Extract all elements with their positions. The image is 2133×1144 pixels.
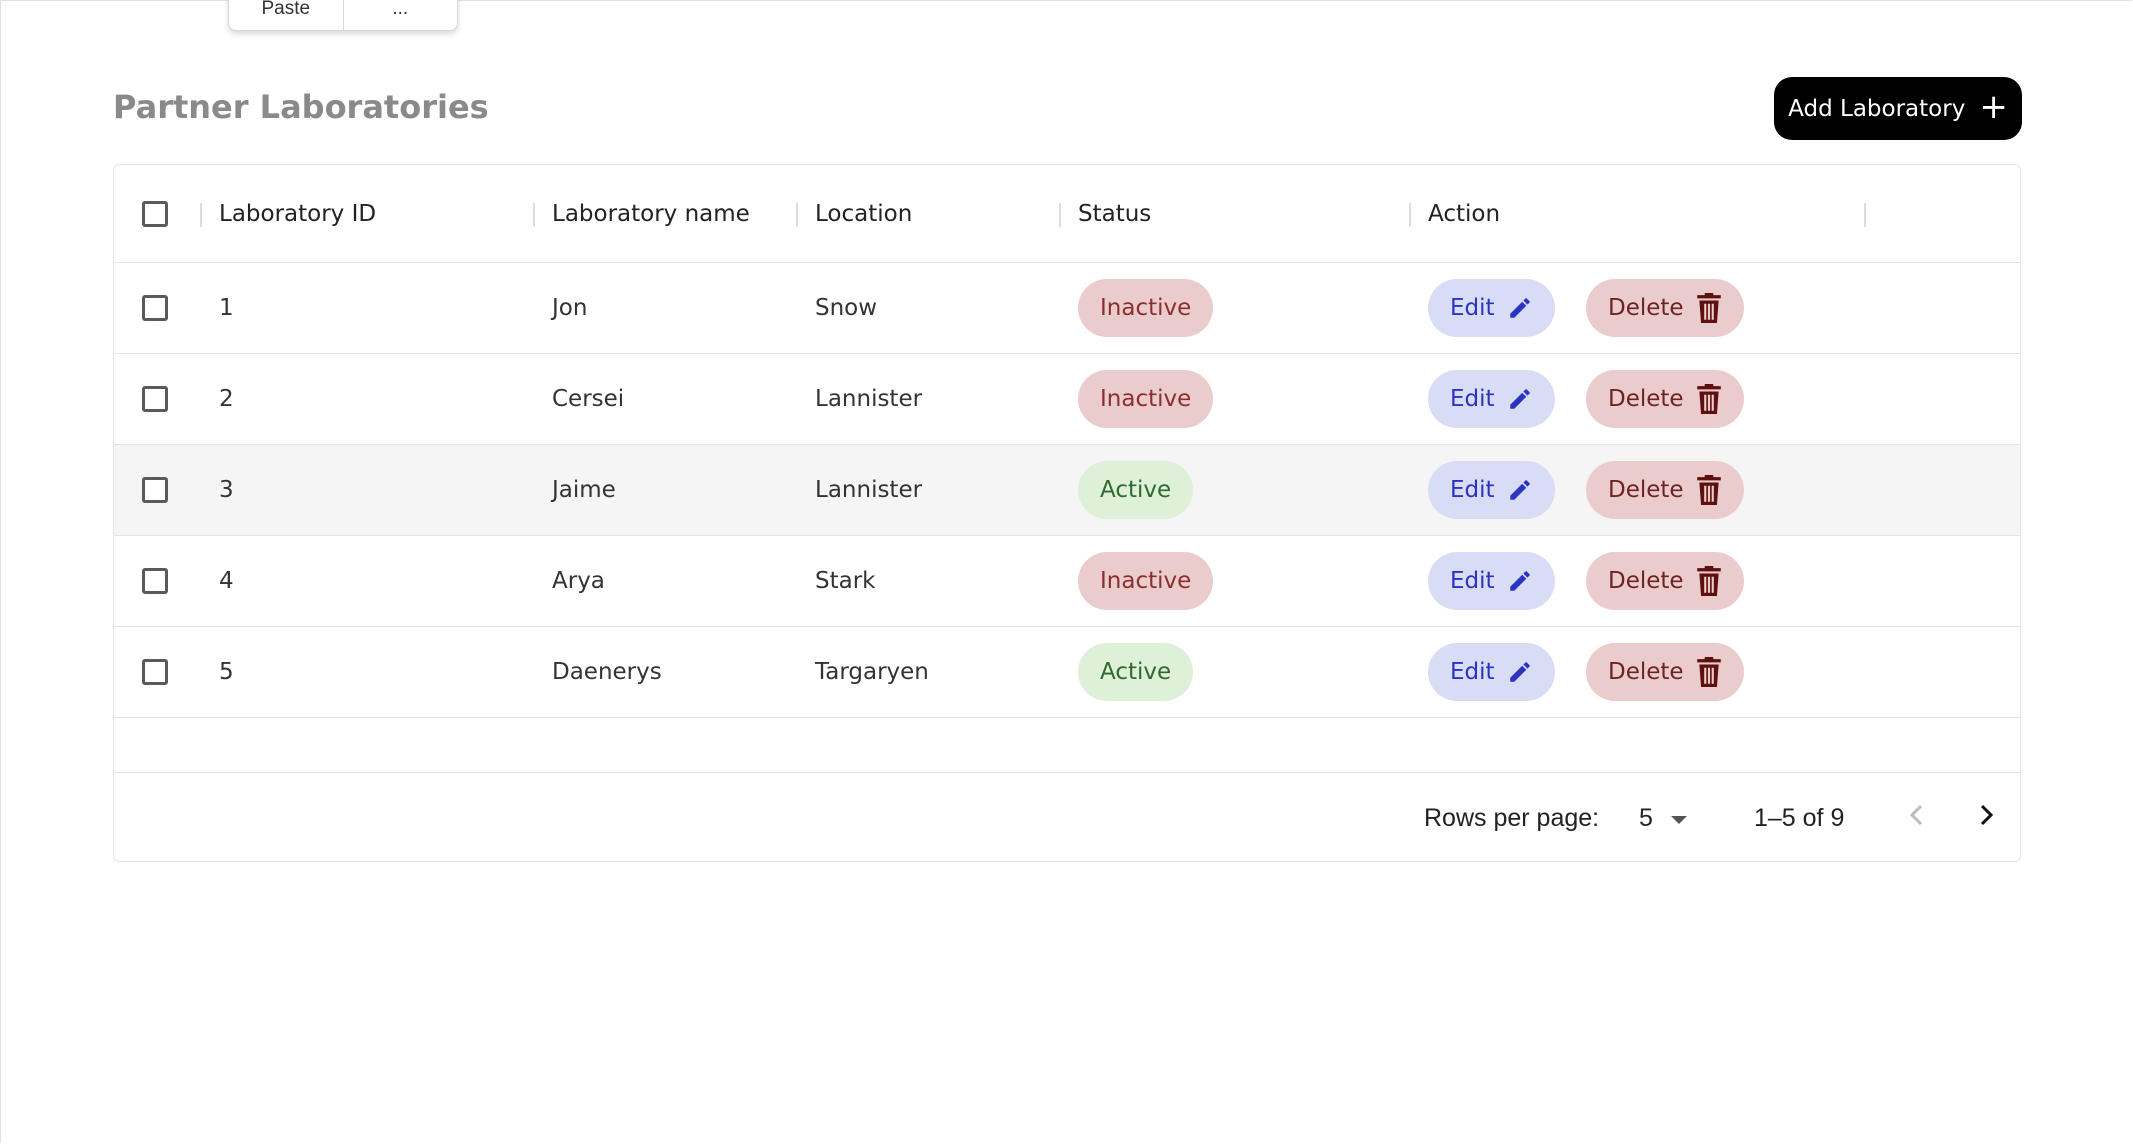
- context-toolbar: Paste ...: [228, 0, 458, 31]
- delete-button[interactable]: Delete: [1586, 552, 1744, 610]
- table-row[interactable]: 4 Arya Stark Inactive Edit Delete: [114, 536, 2020, 627]
- rows-per-page-label: Rows per page:: [1424, 803, 1600, 832]
- edit-button[interactable]: Edit: [1428, 370, 1555, 428]
- delete-label: Delete: [1608, 295, 1684, 321]
- status-badge: Active: [1078, 643, 1194, 701]
- delete-button[interactable]: Delete: [1586, 279, 1744, 337]
- column-separator: [200, 203, 202, 227]
- table-row[interactable]: 1 Jon Snow Inactive Edit Delete: [114, 263, 2020, 354]
- table-row[interactable]: 2 Cersei Lannister Inactive Edit Delete: [114, 354, 2020, 445]
- rows-per-page-value: 5: [1639, 803, 1653, 832]
- delete-label: Delete: [1608, 477, 1684, 503]
- laboratories-table: Laboratory ID Laboratory name Location S…: [113, 164, 2021, 862]
- trash-icon: [1696, 475, 1722, 505]
- row-checkbox[interactable]: [142, 659, 168, 685]
- page-title: Partner Laboratories: [113, 88, 489, 126]
- laboratory-name: Daenerys: [552, 659, 662, 685]
- edit-label: Edit: [1450, 295, 1495, 321]
- rows-per-page-select[interactable]: 5: [1639, 773, 1687, 863]
- status-badge: Inactive: [1078, 370, 1214, 428]
- trash-icon: [1696, 384, 1722, 414]
- edit-label: Edit: [1450, 659, 1495, 685]
- edit-button[interactable]: Edit: [1428, 643, 1555, 701]
- column-header-location[interactable]: Location: [815, 201, 912, 227]
- pencil-icon: [1507, 568, 1533, 594]
- pencil-icon: [1507, 659, 1533, 685]
- column-header-status[interactable]: Status: [1078, 201, 1151, 227]
- trash-icon: [1696, 657, 1722, 687]
- laboratory-location: Targaryen: [815, 659, 929, 685]
- laboratory-id: 1: [219, 295, 234, 321]
- row-checkbox[interactable]: [142, 295, 168, 321]
- edit-button[interactable]: Edit: [1428, 461, 1555, 519]
- more-button[interactable]: ...: [344, 0, 458, 30]
- laboratory-id: 4: [219, 568, 234, 594]
- laboratory-location: Stark: [815, 568, 876, 594]
- laboratory-id: 3: [219, 477, 234, 503]
- edit-button[interactable]: Edit: [1428, 279, 1555, 337]
- table-empty-space: [114, 718, 2020, 773]
- column-separator: [1059, 203, 1061, 227]
- delete-label: Delete: [1608, 659, 1684, 685]
- laboratory-id: 5: [219, 659, 234, 685]
- laboratory-name: Arya: [552, 568, 605, 594]
- status-badge: Inactive: [1078, 279, 1214, 337]
- laboratory-location: Lannister: [815, 386, 923, 412]
- edit-label: Edit: [1450, 477, 1495, 503]
- row-checkbox[interactable]: [142, 568, 168, 594]
- column-separator: [533, 203, 535, 227]
- delete-button[interactable]: Delete: [1586, 461, 1744, 519]
- column-header-action[interactable]: Action: [1428, 201, 1500, 227]
- edit-button[interactable]: Edit: [1428, 552, 1555, 610]
- laboratory-id: 2: [219, 386, 234, 412]
- column-header-name[interactable]: Laboratory name: [552, 201, 750, 227]
- status-badge: Inactive: [1078, 552, 1214, 610]
- edit-label: Edit: [1450, 568, 1495, 594]
- trash-icon: [1696, 566, 1722, 596]
- row-checkbox[interactable]: [142, 386, 168, 412]
- caret-down-icon: [1670, 815, 1687, 824]
- paste-button[interactable]: Paste: [229, 0, 344, 30]
- laboratory-name: Jon: [552, 295, 588, 321]
- column-header-id[interactable]: Laboratory ID: [219, 201, 376, 227]
- table-pagination: Rows per page: 5 1–5 of 9: [114, 773, 2020, 863]
- add-laboratory-label: Add Laboratory: [1788, 95, 1966, 122]
- pagination-range: 1–5 of 9: [1754, 803, 1845, 832]
- previous-page-button[interactable]: [1907, 773, 1927, 863]
- chevron-left-icon: [1907, 802, 1927, 835]
- laboratory-location: Snow: [815, 295, 878, 321]
- chevron-right-icon: [1976, 802, 1996, 835]
- plus-icon: +: [1979, 87, 2008, 127]
- delete-label: Delete: [1608, 568, 1684, 594]
- table-row[interactable]: 5 Daenerys Targaryen Active Edit Delete: [114, 627, 2020, 718]
- laboratory-location: Lannister: [815, 477, 923, 503]
- column-separator: [1864, 203, 1866, 227]
- column-separator: [796, 203, 798, 227]
- delete-label: Delete: [1608, 386, 1684, 412]
- next-page-button[interactable]: [1976, 773, 1996, 863]
- status-badge: Active: [1078, 461, 1194, 519]
- delete-button[interactable]: Delete: [1586, 643, 1744, 701]
- pencil-icon: [1507, 386, 1533, 412]
- delete-button[interactable]: Delete: [1586, 370, 1744, 428]
- edit-label: Edit: [1450, 386, 1495, 412]
- row-checkbox[interactable]: [142, 477, 168, 503]
- pencil-icon: [1507, 477, 1533, 503]
- add-laboratory-button[interactable]: Add Laboratory +: [1774, 77, 2022, 140]
- trash-icon: [1696, 293, 1722, 323]
- select-all-checkbox[interactable]: [142, 200, 168, 227]
- table-header: Laboratory ID Laboratory name Location S…: [114, 165, 2020, 263]
- laboratory-name: Cersei: [552, 386, 625, 412]
- pencil-icon: [1507, 295, 1533, 321]
- laboratory-name: Jaime: [552, 477, 616, 503]
- table-row[interactable]: 3 Jaime Lannister Active Edit Delete: [114, 445, 2020, 536]
- column-separator: [1409, 203, 1411, 227]
